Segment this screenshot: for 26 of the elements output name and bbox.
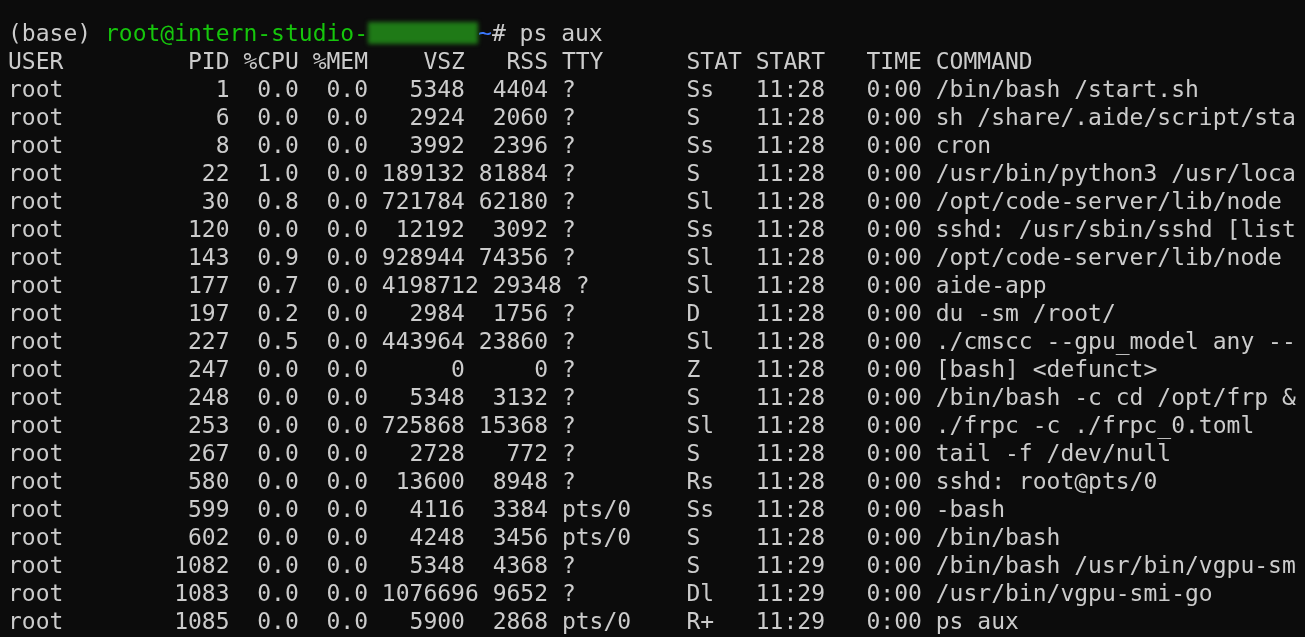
process-line: root 599 0.0 0.0 4116 3384 pts/0 Ss 11:28 0:00 -bash xyxy=(8,496,1005,522)
process-line: root 1083 0.0 0.0 1076696 9652 ? Dl 11:29 0:00 /usr/bin/vgpu-smi-go xyxy=(8,580,1213,606)
process-line: root 30 0.8 0.0 721784 62180 ? Sl 11:28 0:00 /opt/code-server/lib/node xyxy=(8,188,1282,214)
process-line: root 1082 0.0 0.0 5348 4368 ? S 11:29 0:00 /bin/bash /usr/bin/vgpu-sm xyxy=(8,552,1296,578)
table-header-line: USER PID %CPU %MEM VSZ RSS TTY STAT START TIME COMMAND xyxy=(8,48,1033,74)
conda-env-label: (base) xyxy=(8,19,92,47)
prompt-symbol: # xyxy=(491,19,506,47)
process-line: root 197 0.2 0.0 2984 1756 ? D 11:28 0:00 du -sm /root/ xyxy=(8,300,1116,326)
process-line: root 177 0.7 0.0 4198712 29348 ? Sl 11:28 0:00 aide-app xyxy=(8,272,1047,298)
working-directory: ~ xyxy=(478,19,492,47)
process-line: root 120 0.0 0.0 12192 3092 ? Ss 11:28 0:00 sshd: /usr/sbin/sshd [list xyxy=(8,216,1296,242)
process-line: root 602 0.0 0.0 4248 3456 pts/0 S 11:28 0:00 /bin/bash xyxy=(8,524,1061,550)
process-line: root 248 0.0 0.0 5348 3132 ? S 11:28 0:00 /bin/bash -c cd /opt/frp & xyxy=(8,384,1296,410)
user-host-label: root@intern-studio- xyxy=(104,19,369,47)
typed-command: ps aux xyxy=(519,19,603,47)
process-line: root 247 0.0 0.0 0 0 ? Z 11:28 0:00 [bash] <defunct> xyxy=(8,356,1158,382)
process-line: root 227 0.5 0.0 443964 23860 ? Sl 11:28 0:00 ./cmscc --gpu_model any -- xyxy=(8,328,1296,354)
process-line: root 143 0.9 0.0 928944 74356 ? Sl 11:28 0:00 /opt/code-server/lib/node xyxy=(8,244,1282,270)
process-line: root 22 1.0 0.0 189132 81884 ? S 11:28 0:00 /usr/bin/python3 /usr/loca xyxy=(8,160,1296,186)
process-line: root 1085 0.0 0.0 5900 2868 pts/0 R+ 11:29 0:00 ps aux xyxy=(8,608,1019,634)
process-line: root 6 0.0 0.0 2924 2060 ? S 11:28 0:00 sh /share/.aide/script/sta xyxy=(8,104,1296,130)
process-line: root 1 0.0 0.0 5348 4404 ? Ss 11:28 0:00 /bin/bash /start.sh xyxy=(8,76,1199,102)
process-line: root 580 0.0 0.0 13600 8948 ? Rs 11:28 0:00 sshd: root@pts/0 xyxy=(8,468,1158,494)
process-line: root 253 0.0 0.0 725868 15368 ? Sl 11:28 0:00 ./frpc -c ./frpc_0.toml xyxy=(8,412,1255,438)
process-line: root 267 0.0 0.0 2728 772 ? S 11:28 0:00 tail -f /dev/null xyxy=(8,440,1172,466)
process-line: root 8 0.0 0.0 3992 2396 ? Ss 11:28 0:00 cron xyxy=(8,132,992,158)
